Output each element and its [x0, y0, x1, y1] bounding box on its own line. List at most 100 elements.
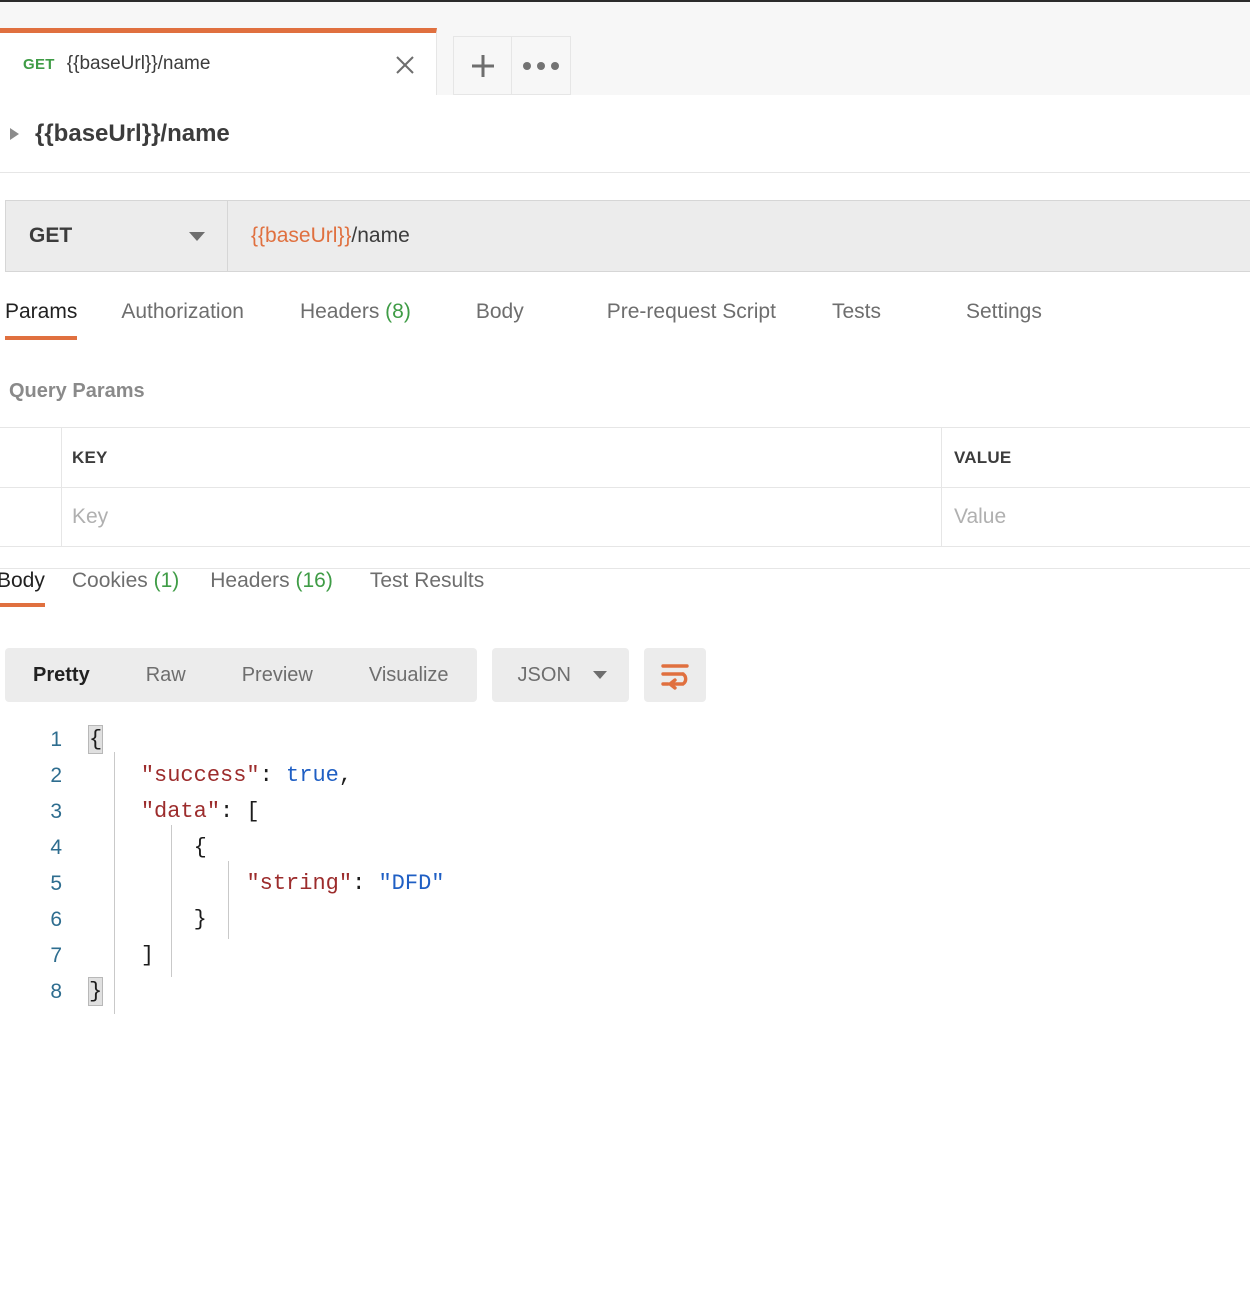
tab-tests-label: Tests [831, 300, 881, 323]
tab-pre-request-script[interactable]: Pre-request Script [607, 300, 776, 340]
code-line: 2 "success": true, [0, 758, 1250, 794]
table-header-row: KEY VALUE [0, 427, 1250, 487]
column-header-key: KEY [62, 428, 942, 487]
body-view-pretty[interactable]: Pretty [5, 648, 118, 702]
table-row: Key Value [0, 487, 1250, 547]
tab-tests[interactable]: Tests [832, 300, 881, 340]
code-line: 7 ] [0, 938, 1250, 974]
response-tab-test-results-label: Test Results [369, 569, 485, 592]
column-header-value-label: VALUE [954, 447, 1012, 467]
code-line-text: { [193, 835, 207, 860]
http-method-label: GET [29, 224, 73, 247]
select-all-checkbox-cell[interactable] [0, 428, 62, 487]
tab-pre-request-script-label: Pre-request Script [606, 300, 776, 323]
line-number: 8 [50, 980, 62, 1003]
param-key-input[interactable]: Key [62, 488, 942, 546]
request-tabs: Params Authorization Headers (8) Body Pr… [0, 300, 1250, 358]
request-name-row: {{baseUrl}}/name [0, 95, 1250, 173]
response-body-code[interactable]: 1 { 2 "success": true, 3 "data": [ 4 { 5… [0, 722, 1250, 1010]
line-number: 6 [50, 908, 62, 931]
tab-body-label: Body [475, 300, 524, 323]
url-bar: GET {{baseUrl}}/name [5, 200, 1250, 272]
query-params-table: KEY VALUE Key Value [0, 427, 1250, 547]
line-number: 7 [50, 944, 62, 967]
column-header-key-label: KEY [72, 447, 108, 467]
response-tab-headers[interactable]: Headers (16) [210, 569, 333, 607]
code-line: 5 "string": "DFD" [0, 866, 1250, 902]
new-tab-button[interactable] [453, 36, 512, 95]
response-tab-test-results[interactable]: Test Results [370, 569, 484, 607]
url-path-token: /name [351, 224, 410, 247]
column-header-value: VALUE [942, 428, 1250, 487]
tab-headers-label: Headers [299, 300, 380, 323]
url-variable-token: {{baseUrl}} [251, 224, 352, 247]
body-view-raw[interactable]: Raw [118, 648, 214, 702]
body-view-raw-label: Raw [145, 663, 186, 686]
tab-headers-count: (8) [385, 300, 411, 323]
response-body-toolbar: Pretty Raw Preview Visualize JSON [5, 648, 706, 702]
tab-bar: GET {{baseUrl}}/name [0, 2, 1250, 96]
response-tab-headers-label: Headers [210, 569, 290, 592]
response-tab-body[interactable]: Body [0, 569, 45, 607]
line-number: 3 [50, 800, 62, 823]
line-number: 2 [50, 764, 62, 787]
tab-body[interactable]: Body [476, 300, 524, 340]
tab-headers[interactable]: Headers (8) [300, 300, 411, 340]
line-number: 5 [50, 872, 62, 895]
tab-method-label: GET [23, 55, 55, 73]
body-view-visualize[interactable]: Visualize [341, 648, 477, 702]
chevron-down-icon [189, 231, 205, 241]
word-wrap-button[interactable] [643, 648, 706, 702]
body-view-preview[interactable]: Preview [214, 648, 341, 702]
param-value-placeholder: Value [954, 505, 1007, 528]
tab-settings-label: Settings [965, 300, 1042, 323]
chevron-down-icon [592, 671, 607, 679]
response-tabs: Body Cookies (1) Headers (16) Test Resul… [0, 568, 1250, 625]
tab-params[interactable]: Params [5, 300, 78, 340]
body-format-label: JSON [517, 663, 571, 686]
code-line-text: { [88, 725, 104, 754]
code-line-text: } [88, 977, 104, 1006]
code-line: 3 "data": [ [0, 794, 1250, 830]
code-line-text: ] [140, 943, 155, 968]
more-options-button[interactable] [512, 36, 571, 95]
http-method-select[interactable]: GET [6, 201, 228, 271]
body-view-segmented-control: Pretty Raw Preview Visualize [5, 648, 477, 702]
response-tab-cookies-count: (1) [153, 569, 180, 592]
response-tab-body-label: Body [0, 569, 45, 592]
request-tab[interactable]: GET {{baseUrl}}/name [0, 28, 437, 95]
response-tab-headers-count: (16) [295, 569, 333, 592]
code-line-text: "data": [ [140, 799, 260, 824]
code-line-text: "success": true, [140, 763, 353, 788]
code-line-text: } [193, 907, 207, 932]
code-line: 1 { [0, 722, 1250, 758]
response-tab-cookies[interactable]: Cookies (1) [72, 569, 179, 607]
tab-title-label: {{baseUrl}}/name [66, 53, 211, 74]
param-value-input[interactable]: Value [942, 488, 1250, 546]
caret-right-icon[interactable] [10, 127, 19, 140]
plus-icon [471, 54, 494, 77]
close-icon[interactable] [390, 50, 420, 80]
query-params-heading: Query Params [9, 380, 145, 402]
code-line: 4 { [0, 830, 1250, 866]
line-number: 1 [50, 728, 62, 751]
tab-authorization[interactable]: Authorization [121, 300, 244, 340]
tab-settings[interactable]: Settings [966, 300, 1042, 340]
row-checkbox-cell[interactable] [0, 488, 62, 546]
ellipsis-icon [523, 61, 559, 70]
param-key-placeholder: Key [72, 505, 109, 528]
tab-params-label: Params [5, 300, 78, 323]
body-format-select[interactable]: JSON [491, 648, 629, 702]
page-title: {{baseUrl}}/name [35, 119, 230, 147]
tab-authorization-label: Authorization [121, 300, 244, 323]
url-input[interactable]: {{baseUrl}}/name [228, 201, 1250, 271]
body-view-pretty-label: Pretty [33, 663, 90, 686]
code-line: 8 } [0, 974, 1250, 1010]
line-number: 4 [50, 836, 62, 859]
response-tab-cookies-label: Cookies [71, 569, 148, 592]
body-view-preview-label: Preview [241, 663, 313, 686]
code-line-text: "string": "DFD" [246, 871, 445, 896]
body-view-visualize-label: Visualize [368, 663, 449, 686]
code-line: 6 } [0, 902, 1250, 938]
word-wrap-icon [661, 664, 689, 690]
